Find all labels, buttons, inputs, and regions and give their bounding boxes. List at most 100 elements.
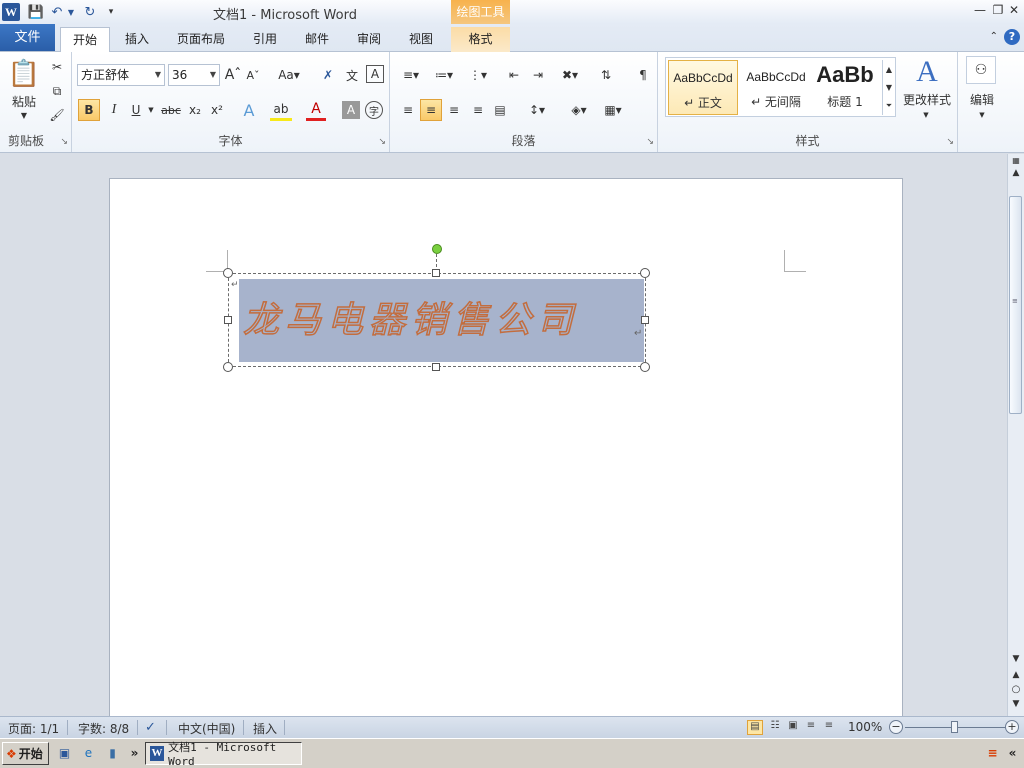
bullets-icon[interactable]: ≡▾: [398, 65, 424, 85]
minimize-ribbon-icon[interactable]: ⌃: [990, 29, 998, 45]
tab-mailings[interactable]: 邮件: [296, 27, 338, 52]
font-family-combo[interactable]: 方正舒体 ▼: [77, 64, 165, 86]
proofing-icon[interactable]: ✓: [145, 720, 156, 735]
sort-icon[interactable]: ⇅: [596, 65, 616, 85]
tab-page-layout[interactable]: 页面布局: [170, 27, 232, 52]
character-border-icon[interactable]: A: [366, 65, 384, 83]
justify-icon[interactable]: ≡: [468, 100, 488, 120]
enclose-characters-icon[interactable]: 字: [365, 101, 383, 119]
numbering-icon[interactable]: ≔▾: [430, 65, 458, 85]
insert-mode-indicator[interactable]: 插入: [253, 720, 277, 737]
bold-button-icon[interactable]: B: [78, 99, 100, 121]
view-ruler-icon[interactable]: ▦: [1008, 156, 1024, 165]
cut-icon[interactable]: ✂: [48, 58, 66, 76]
tab-file[interactable]: 文件: [0, 24, 55, 51]
change-styles-icon[interactable]: A: [905, 55, 949, 88]
editing-label[interactable]: 编辑: [962, 90, 1002, 108]
more-quicklaunch-icon[interactable]: »: [126, 745, 143, 762]
tab-format[interactable]: 格式: [451, 27, 510, 52]
resize-handle-bottom-right[interactable]: [640, 362, 650, 372]
resize-handle-left[interactable]: [224, 316, 232, 324]
font-size-combo[interactable]: 36 ▼: [168, 64, 220, 86]
ime-icon[interactable]: ≡: [984, 745, 1001, 762]
text-effects-icon[interactable]: A: [237, 99, 261, 121]
highlight-icon[interactable]: ab: [270, 99, 292, 121]
restore-icon[interactable]: ❐: [990, 3, 1006, 17]
font-dialog-launcher-icon[interactable]: ↘: [378, 137, 386, 147]
wordart-text[interactable]: 龙马电器销售公司: [242, 291, 643, 351]
vertical-scroll-thumb[interactable]: ≡: [1009, 196, 1022, 414]
italic-icon[interactable]: I: [104, 99, 124, 121]
resize-handle-bottom[interactable]: [432, 363, 440, 371]
zoom-level[interactable]: 100%: [848, 720, 882, 734]
clear-formatting-icon[interactable]: ✗: [318, 65, 338, 85]
web-layout-icon[interactable]: ▣: [785, 720, 801, 735]
resize-handle-bottom-left[interactable]: [223, 362, 233, 372]
rotate-handle[interactable]: [432, 244, 442, 254]
gallery-scroll-up-icon[interactable]: ▲: [882, 60, 895, 78]
show-hide-marks-icon[interactable]: ¶: [634, 65, 652, 85]
resize-handle-top-right[interactable]: [640, 268, 650, 278]
draft-view-icon[interactable]: ≡: [821, 720, 837, 735]
document-area[interactable]: [0, 154, 1007, 716]
strikethrough-icon[interactable]: abc: [160, 99, 182, 121]
style-no-spacing[interactable]: AaBbCcDd ↵ 无间隔: [741, 60, 811, 115]
tray-expand-icon[interactable]: «: [1004, 745, 1021, 762]
zoom-slider-thumb[interactable]: [951, 721, 958, 733]
language-indicator[interactable]: 中文(中国): [178, 720, 235, 737]
shrink-font-icon[interactable]: Aˇ: [244, 65, 262, 85]
previous-page-icon[interactable]: ▲: [1008, 670, 1024, 680]
shading-icon[interactable]: ◈▾: [564, 100, 594, 120]
start-button[interactable]: ❖ 开始: [2, 742, 49, 765]
character-shading-icon[interactable]: A: [342, 101, 360, 119]
distributed-icon[interactable]: ▤: [490, 100, 510, 120]
print-layout-view-icon[interactable]: ▤: [747, 720, 763, 735]
resize-handle-top[interactable]: [432, 269, 440, 277]
help-icon[interactable]: ?: [1004, 29, 1020, 45]
align-right-icon[interactable]: ≡: [444, 100, 464, 120]
format-painter-icon[interactable]: 🖌: [48, 106, 66, 124]
style-heading-1[interactable]: AaBb 标题 1: [814, 60, 876, 115]
resize-handle-top-left[interactable]: [223, 268, 233, 278]
subscript-icon[interactable]: x₂: [185, 99, 205, 121]
align-center-icon[interactable]: ≡: [420, 99, 442, 121]
minimize-icon[interactable]: —: [972, 3, 988, 17]
style-normal[interactable]: AaBbCcDd ↵ 正文: [668, 60, 738, 115]
phonetic-guide-icon[interactable]: 文: [342, 65, 362, 85]
full-screen-reading-icon[interactable]: ☷: [767, 720, 783, 735]
gallery-scroll-down-icon[interactable]: ▼: [882, 78, 895, 96]
tab-insert[interactable]: 插入: [116, 27, 158, 52]
change-styles-label[interactable]: 更改样式: [898, 90, 956, 108]
find-binoculars-icon[interactable]: ⚇: [966, 56, 996, 84]
show-desktop-icon[interactable]: ▣: [56, 745, 73, 762]
next-page-icon[interactable]: ▼: [1008, 699, 1024, 709]
styles-dialog-launcher-icon[interactable]: ↘: [946, 137, 954, 147]
paste-icon[interactable]: 📋: [6, 56, 42, 92]
copy-icon[interactable]: ⧉: [48, 82, 66, 100]
media-player-icon[interactable]: ▮: [104, 745, 121, 762]
multilevel-list-icon[interactable]: ⋮▾: [464, 65, 492, 85]
zoom-in-icon[interactable]: +: [1005, 720, 1019, 734]
grow-font-icon[interactable]: Aˆ: [224, 65, 242, 85]
taskbar-word-window[interactable]: W 文档1 - Microsoft Word: [145, 741, 302, 768]
superscript-icon[interactable]: x²: [207, 99, 227, 121]
select-browse-object-icon[interactable]: ○: [1008, 684, 1024, 695]
paragraph-dialog-launcher-icon[interactable]: ↘: [646, 137, 654, 147]
underline-dropdown-icon[interactable]: ▼: [146, 99, 156, 121]
borders-icon[interactable]: ▦▾: [598, 100, 628, 120]
resize-handle-right[interactable]: [641, 316, 649, 324]
tab-home[interactable]: 开始: [60, 27, 110, 53]
page-indicator[interactable]: 页面: 1/1: [8, 720, 59, 737]
change-styles-dropdown-icon[interactable]: ▼: [920, 110, 932, 120]
scroll-up-icon[interactable]: ▲: [1008, 168, 1024, 178]
editing-dropdown-icon[interactable]: ▼: [976, 110, 988, 120]
align-left-icon[interactable]: ≡: [398, 100, 418, 120]
font-color-icon[interactable]: A: [306, 99, 326, 121]
paste-button-label[interactable]: 粘贴: [4, 92, 44, 110]
zoom-out-icon[interactable]: −: [889, 720, 903, 734]
underline-icon[interactable]: U: [128, 99, 144, 121]
tab-references[interactable]: 引用: [244, 27, 286, 52]
internet-explorer-icon[interactable]: e: [80, 745, 97, 762]
word-count[interactable]: 字数: 8/8: [78, 720, 129, 737]
tab-view[interactable]: 视图: [400, 27, 442, 52]
